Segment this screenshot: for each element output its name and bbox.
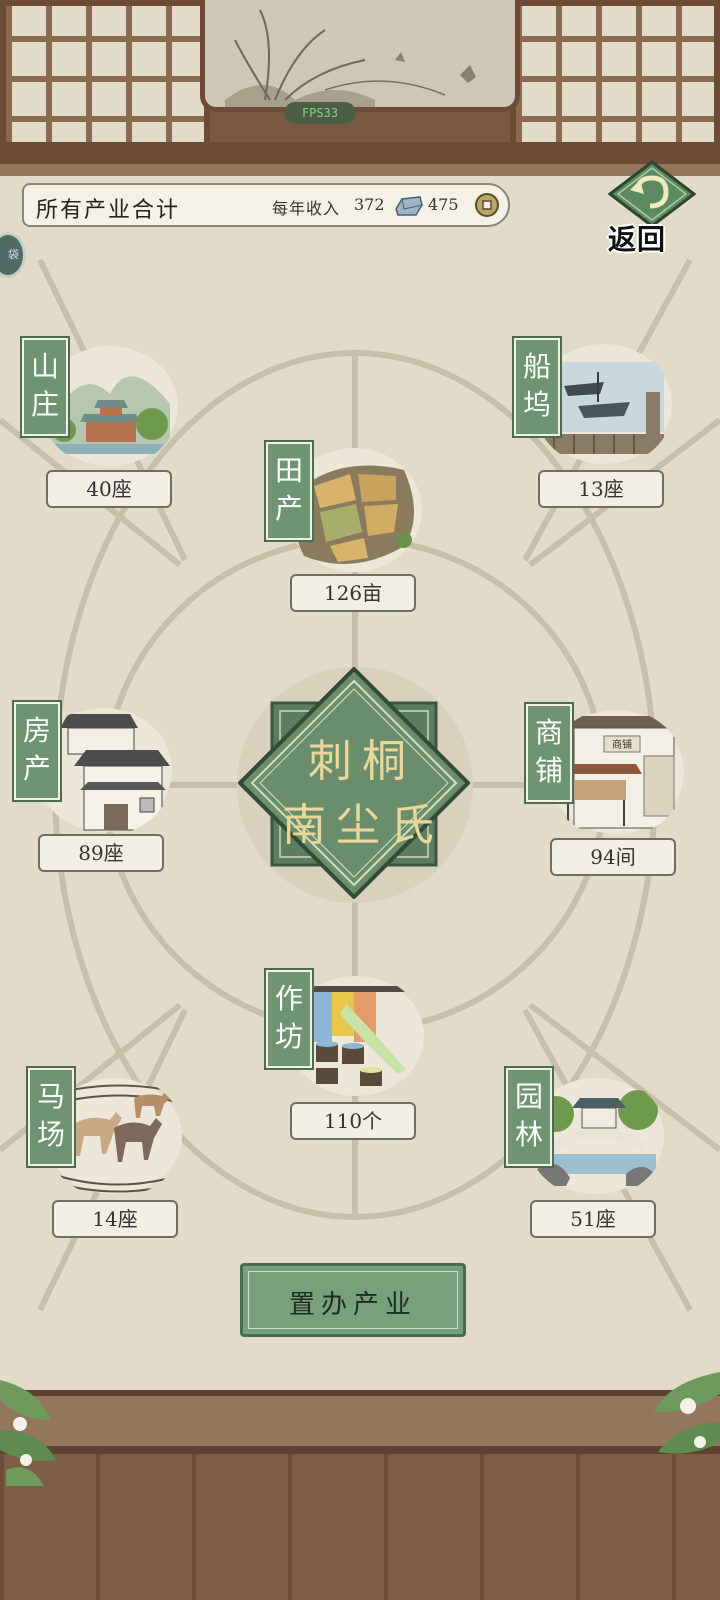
right-flower-decoration: [654, 1372, 720, 1454]
garden-count: 51座: [530, 1200, 656, 1238]
coin-income: 475: [428, 195, 459, 214]
workshop-count: 110个: [290, 1102, 416, 1140]
workshop-label: 作坊: [264, 968, 314, 1070]
totals-bar: 所有产业合计 每年收入 372 475: [22, 183, 510, 227]
villa-label: 山庄: [20, 336, 70, 438]
silver-income: 372: [354, 195, 385, 214]
copper-coin-icon: [475, 193, 499, 217]
silver-ingot-icon: [395, 196, 423, 216]
ink-painting: [200, 0, 520, 112]
estate-house[interactable]: 房产 89座: [12, 700, 174, 876]
back-label: 返回: [608, 223, 667, 256]
stable-label: 马场: [26, 1066, 76, 1168]
family-emblem: 刺桐 南尘氏: [237, 666, 471, 900]
shop-sign-text: 商铺: [612, 738, 632, 751]
estate-screen: FPS33 所有产业合计 每年收入 372 475 袋 返回 山庄 40座 船坞…: [0, 0, 720, 1600]
back-button[interactable]: 返回: [604, 160, 700, 260]
estate-stable[interactable]: 马场 14座: [26, 1066, 188, 1242]
bottom-wood-frame: [0, 1390, 720, 1600]
dock-count: 13座: [538, 470, 664, 508]
acquire-property-button[interactable]: 置办产业: [240, 1263, 466, 1337]
right-lattice-window: [510, 0, 720, 150]
estate-villa[interactable]: 山庄 40座: [20, 336, 180, 510]
estate-farmland[interactable]: 田产 126亩: [264, 440, 426, 618]
villa-count: 40座: [46, 470, 172, 508]
dock-label: 船坞: [512, 336, 562, 438]
emblem-line1: 刺桐: [308, 736, 416, 787]
emblem-line2: 南尘氏: [282, 800, 444, 851]
house-count: 89座: [38, 834, 164, 872]
stable-count: 14座: [52, 1200, 178, 1238]
left-flower-decoration: [0, 1380, 56, 1486]
estate-dock[interactable]: 船坞 13座: [512, 336, 680, 510]
estate-shop[interactable]: 商铺 商铺 94间: [524, 702, 690, 878]
house-label: 房产: [12, 700, 62, 802]
shop-label: 商铺: [524, 702, 574, 804]
estate-garden[interactable]: 园林 51座: [504, 1066, 670, 1242]
totals-title: 所有产业合计: [36, 198, 181, 223]
farmland-count: 126亩: [290, 574, 416, 612]
acquire-property-label: 置办产业: [288, 1290, 417, 1320]
fps-counter: FPS33: [284, 102, 356, 124]
left-lattice-window: [0, 0, 210, 150]
garden-label: 园林: [504, 1066, 554, 1168]
shop-count: 94间: [550, 838, 676, 876]
farmland-label: 田产: [264, 440, 314, 542]
estate-workshop[interactable]: 作坊 110个: [264, 968, 426, 1142]
income-label: 每年收入: [272, 199, 341, 218]
